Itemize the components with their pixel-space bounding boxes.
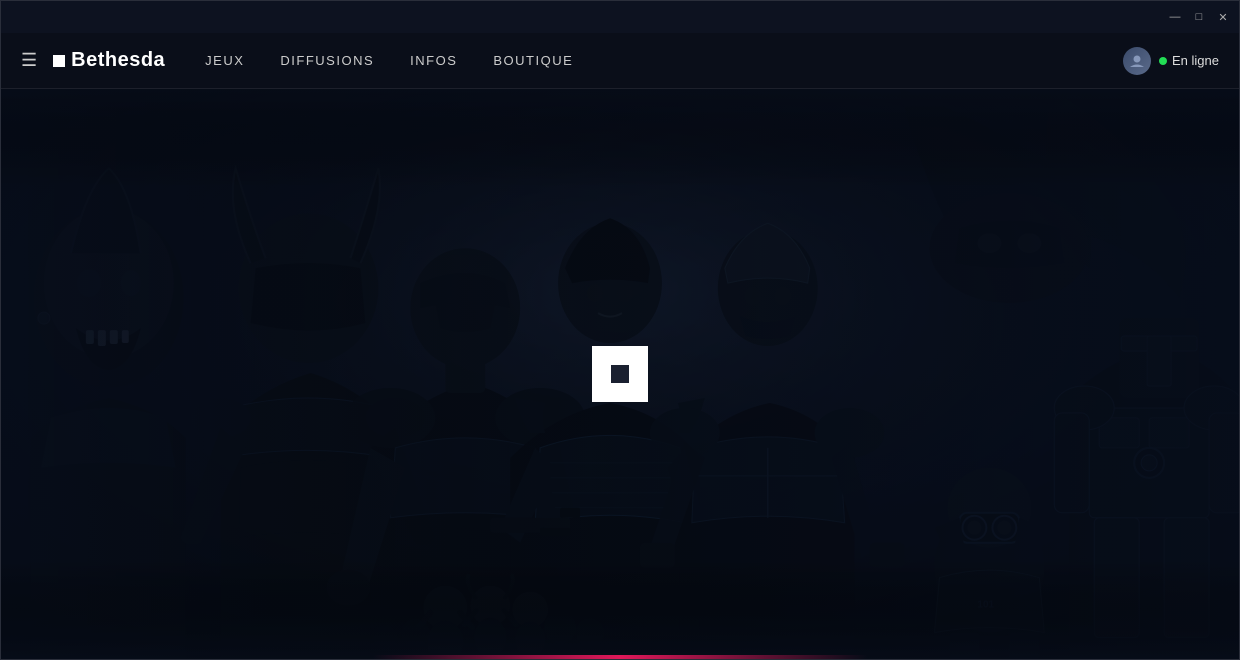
close-button[interactable]: ✕ <box>1215 9 1231 25</box>
maximize-button[interactable]: □ <box>1191 9 1207 25</box>
nav-links: JEUX DIFFUSIONS INFOS BOUTIQUE <box>205 53 1123 68</box>
center-play-icon[interactable] <box>592 346 648 402</box>
user-avatar[interactable] <box>1123 47 1151 75</box>
title-bar: — □ ✕ <box>1 1 1239 33</box>
hamburger-menu-icon[interactable]: ☰ <box>21 50 37 71</box>
nav-infos[interactable]: INFOS <box>410 53 457 68</box>
online-status: En ligne <box>1159 53 1219 68</box>
stop-square-icon <box>611 365 629 383</box>
window-controls: — □ ✕ <box>1167 9 1231 25</box>
minimize-button[interactable]: — <box>1167 9 1183 25</box>
nav-diffusions[interactable]: DIFFUSIONS <box>280 53 374 68</box>
user-area: En ligne <box>1123 47 1219 75</box>
logo-area: Bethesda <box>53 49 165 72</box>
online-dot-icon <box>1159 57 1167 65</box>
logo-square-icon <box>53 55 65 67</box>
nav-jeux[interactable]: JEUX <box>205 53 244 68</box>
app-window: — □ ✕ ☰ Bethesda JEUX DIFFUSIONS INFOS B… <box>0 0 1240 660</box>
logo-text: Bethesda <box>71 49 165 72</box>
hero-section: 101 <box>1 89 1239 659</box>
bottom-accent-line <box>1 655 1239 659</box>
nav-boutique[interactable]: BOUTIQUE <box>493 53 573 68</box>
online-label: En ligne <box>1172 53 1219 68</box>
navbar: ☰ Bethesda JEUX DIFFUSIONS INFOS BOUTIQU… <box>1 33 1239 89</box>
